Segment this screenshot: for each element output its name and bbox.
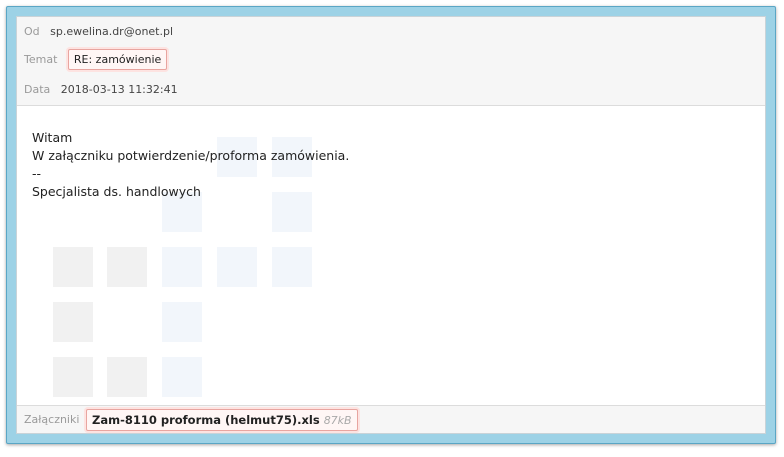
date-row: Data 2018-03-13 11:32:41 — [24, 83, 178, 96]
from-label: Od — [24, 25, 40, 38]
attachments-bar: Załączniki Zam-8110 proforma (helmut75).… — [17, 405, 765, 433]
date-value: 2018-03-13 11:32:41 — [60, 83, 178, 96]
from-address[interactable]: sp.ewelina.dr@onet.pl — [50, 25, 173, 38]
subject-value: RE: zamówienie — [67, 49, 168, 70]
email-window-frame: Od sp.ewelina.dr@onet.pl Temat RE: zamów… — [6, 6, 776, 444]
message-body: Witam W załączniku potwierdzenie/proform… — [17, 106, 765, 406]
attachment-item[interactable]: Zam-8110 proforma (helmut75).xls 87kB — [86, 409, 358, 431]
message-line: W załączniku potwierdzenie/proforma zamó… — [32, 148, 350, 163]
message-line: Specjalista ds. handlowych — [32, 184, 201, 199]
message-line: -- — [32, 166, 42, 181]
from-row: Od sp.ewelina.dr@onet.pl — [24, 25, 173, 38]
subject-row: Temat RE: zamówienie — [24, 49, 168, 70]
message-line: Witam — [32, 130, 73, 145]
email-header: Od sp.ewelina.dr@onet.pl Temat RE: zamów… — [17, 17, 765, 106]
message-text: Witam W załączniku potwierdzenie/proform… — [32, 129, 349, 201]
attachment-size: 87kB — [323, 414, 352, 427]
email-viewer: Od sp.ewelina.dr@onet.pl Temat RE: zamów… — [16, 16, 766, 434]
attachment-name[interactable]: Zam-8110 proforma (helmut75).xls — [92, 413, 320, 427]
attachments-label: Załączniki — [24, 413, 80, 426]
subject-label: Temat — [24, 53, 58, 66]
date-label: Data — [24, 83, 51, 96]
